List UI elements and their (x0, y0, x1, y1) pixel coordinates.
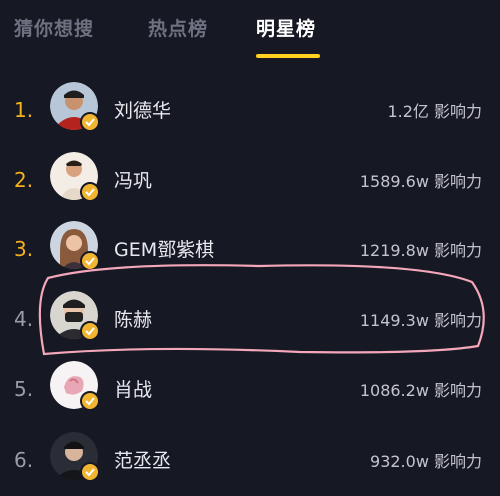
star-name[interactable]: 肖战 (114, 375, 152, 402)
avatar[interactable] (50, 432, 100, 482)
verified-badge-icon (80, 182, 100, 202)
list-item[interactable]: 2. 冯巩 1589.6w 影响力 (0, 148, 500, 214)
rank-number: 1. (14, 98, 34, 122)
influence-score: 1149.3w 影响力 (359, 311, 482, 330)
star-name[interactable]: 范丞丞 (114, 446, 171, 473)
influence-score: 1589.6w 影响力 (359, 172, 482, 191)
list-item[interactable]: 3. GEM鄧紫棋 1219.8w 影响力 (0, 217, 500, 283)
tab-guess-search[interactable]: 猜你想搜 (14, 14, 94, 41)
star-name[interactable]: 冯巩 (114, 166, 152, 193)
star-name[interactable]: 陈赫 (114, 305, 152, 332)
verified-badge-icon (80, 251, 100, 271)
list-item[interactable]: 5. 肖战 1086.2w 影响力 (0, 357, 500, 423)
rank-number: 5. (14, 377, 34, 401)
influence-score: 1219.8w 影响力 (359, 241, 482, 260)
list-item[interactable]: 4. 陈赫 1149.3w 影响力 (0, 287, 500, 353)
star-name[interactable]: GEM鄧紫棋 (114, 235, 214, 262)
list-item[interactable]: 6. 范丞丞 932.0w 影响力 (0, 428, 500, 494)
rank-number: 3. (14, 237, 34, 261)
influence-score: 1086.2w 影响力 (359, 381, 482, 400)
influence-score: 932.0w 影响力 (370, 452, 482, 471)
rank-number: 6. (14, 448, 34, 472)
tab-bar: 猜你想搜 热点榜 明星榜 (0, 0, 500, 58)
star-name[interactable]: 刘德华 (114, 96, 171, 123)
avatar[interactable] (50, 291, 100, 341)
tab-hot-list[interactable]: 热点榜 (148, 14, 208, 41)
avatar[interactable] (50, 361, 100, 411)
avatar[interactable] (50, 152, 100, 202)
verified-badge-icon (80, 391, 100, 411)
verified-badge-icon (80, 112, 100, 132)
verified-badge-icon (80, 321, 100, 341)
list-item[interactable]: 1. 刘德华 1.2亿 影响力 (0, 78, 500, 144)
rank-number: 4. (14, 307, 34, 331)
avatar[interactable] (50, 82, 100, 132)
verified-badge-icon (80, 462, 100, 482)
influence-score: 1.2亿 影响力 (387, 102, 482, 121)
tab-star-list[interactable]: 明星榜 (256, 14, 316, 41)
rank-number: 2. (14, 168, 34, 192)
avatar[interactable] (50, 221, 100, 271)
active-tab-indicator (256, 54, 320, 58)
